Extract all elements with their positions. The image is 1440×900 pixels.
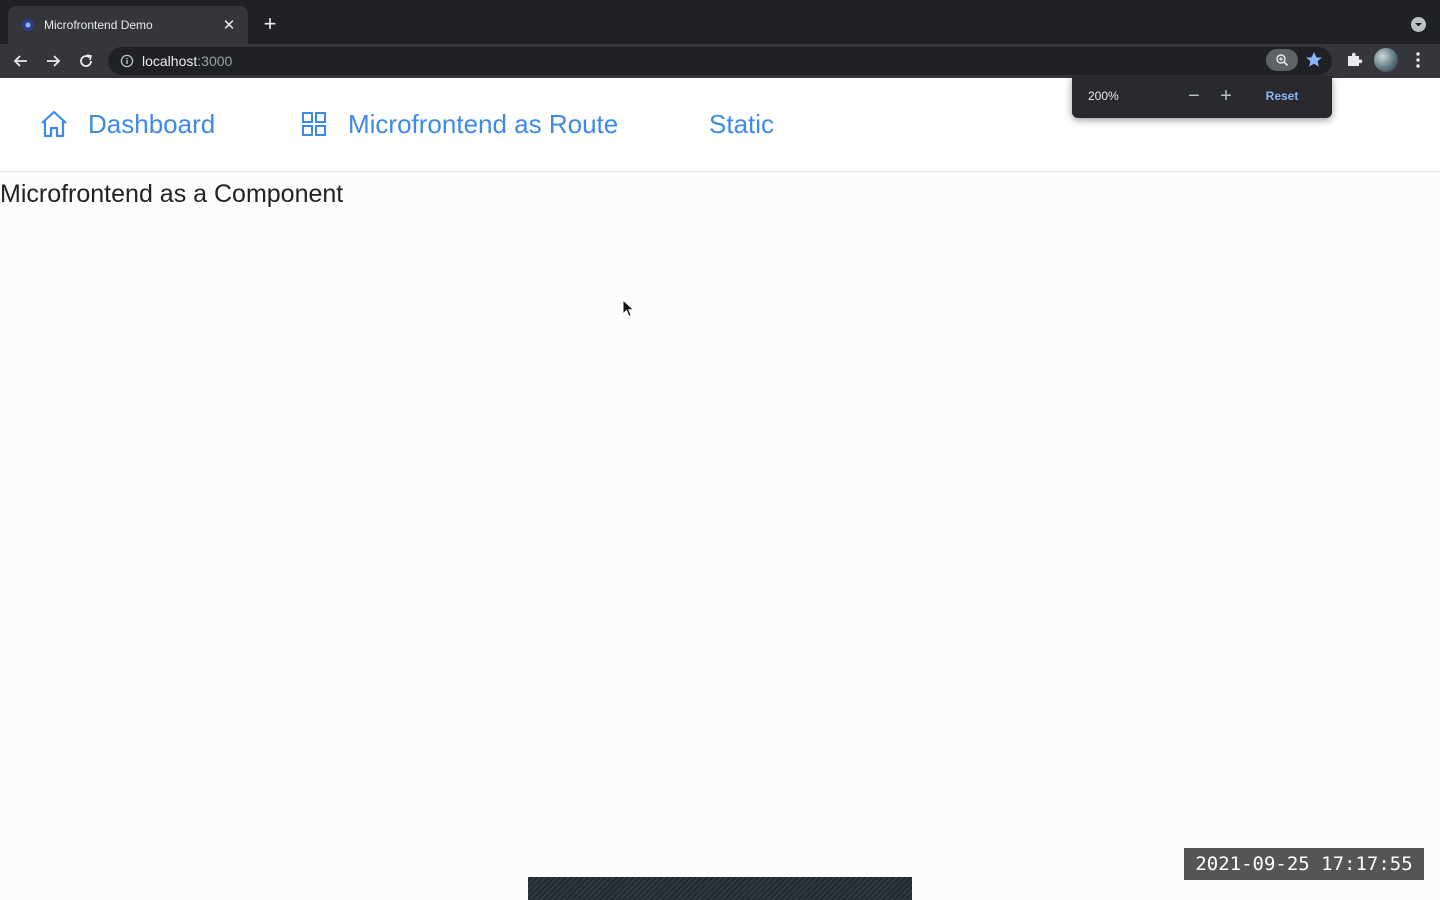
bottom-panel-edge — [528, 877, 912, 900]
zoom-out-button[interactable]: − — [1184, 84, 1204, 108]
tab-title: Microfrontend Demo — [44, 18, 153, 32]
zoom-in-button[interactable]: + — [1216, 84, 1236, 108]
browser-toolbar: localhost:3000 — [0, 44, 1440, 78]
zoom-reset-button[interactable]: Reset — [1254, 83, 1310, 109]
site-info-icon[interactable] — [120, 54, 134, 68]
tab-search-icon[interactable] — [1411, 17, 1426, 32]
nav-link-microfrontend-route[interactable]: Microfrontend as Route — [298, 108, 618, 140]
recording-timestamp: 2021-09-25 17:17:55 — [1184, 848, 1424, 880]
browser-tab[interactable]: Microfrontend Demo ✕ — [8, 6, 248, 44]
nav-link-dashboard[interactable]: Dashboard — [38, 108, 215, 140]
zoom-magnifier-icon[interactable] — [1266, 49, 1298, 71]
zoom-level: 200% — [1088, 89, 1119, 103]
forward-arrow-icon[interactable] — [41, 49, 65, 73]
nav-link-label: Static — [709, 108, 775, 139]
back-arrow-icon[interactable] — [9, 49, 33, 73]
home-icon — [41, 110, 67, 138]
url-port: :3000 — [197, 53, 233, 69]
mouse-cursor-icon — [622, 299, 635, 318]
nav-link-label: Dashboard — [88, 108, 216, 139]
bookmark-star-icon[interactable] — [1304, 50, 1324, 70]
app-favicon-icon — [20, 17, 36, 33]
address-bar[interactable]: localhost:3000 — [108, 47, 1332, 75]
zoom-popup: 200% − + Reset — [1072, 76, 1332, 118]
close-tab-icon[interactable]: ✕ — [220, 16, 238, 34]
browser-tab-strip: Microfrontend Demo ✕ + — [0, 0, 1440, 44]
url-host: localhost — [142, 53, 198, 69]
profile-avatar[interactable] — [1374, 48, 1398, 72]
new-tab-icon[interactable]: + — [258, 13, 282, 37]
page-title: Microfrontend as a Component — [0, 180, 344, 208]
browser-menu-icon[interactable] — [1410, 49, 1426, 71]
nav-link-label: Microfrontend as Route — [348, 108, 619, 139]
nav-link-static[interactable]: Static — [709, 108, 774, 140]
reload-icon[interactable] — [74, 49, 98, 73]
extensions-puzzle-icon[interactable] — [1344, 50, 1364, 70]
grid-icon — [302, 112, 326, 136]
